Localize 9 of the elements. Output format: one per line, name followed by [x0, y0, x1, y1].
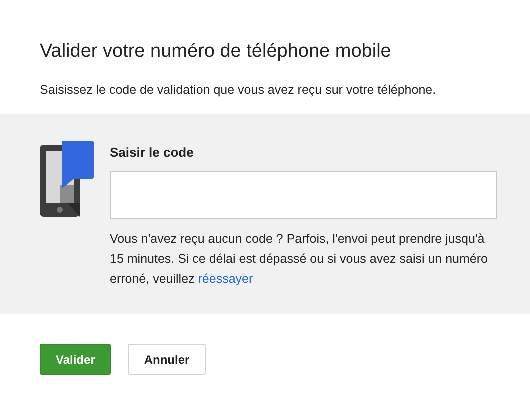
help-text: Vous n'avez reçu aucun code ? Parfois, l'envoi peut prendre jusqu'à 15 minutes. Si ce délai est dépassé ou si vous avez saisi un numéro erroné, veuillez réessayer: [110, 231, 489, 288]
phone-message-icon: [40, 141, 94, 217]
code-label: Saisir le code: [110, 144, 195, 162]
cancel-button[interactable]: Annuler: [128, 344, 206, 375]
dialog-subtitle: Saisissez le code de validation que vous avez reçu sur votre téléphone.: [40, 82, 438, 99]
retry-link[interactable]: réessayer: [198, 272, 254, 286]
code-input-field[interactable]: [110, 171, 497, 219]
validate-button[interactable]: Valider: [40, 344, 112, 375]
dialog-title: Valider votre numéro de téléphone mobile: [40, 40, 392, 64]
